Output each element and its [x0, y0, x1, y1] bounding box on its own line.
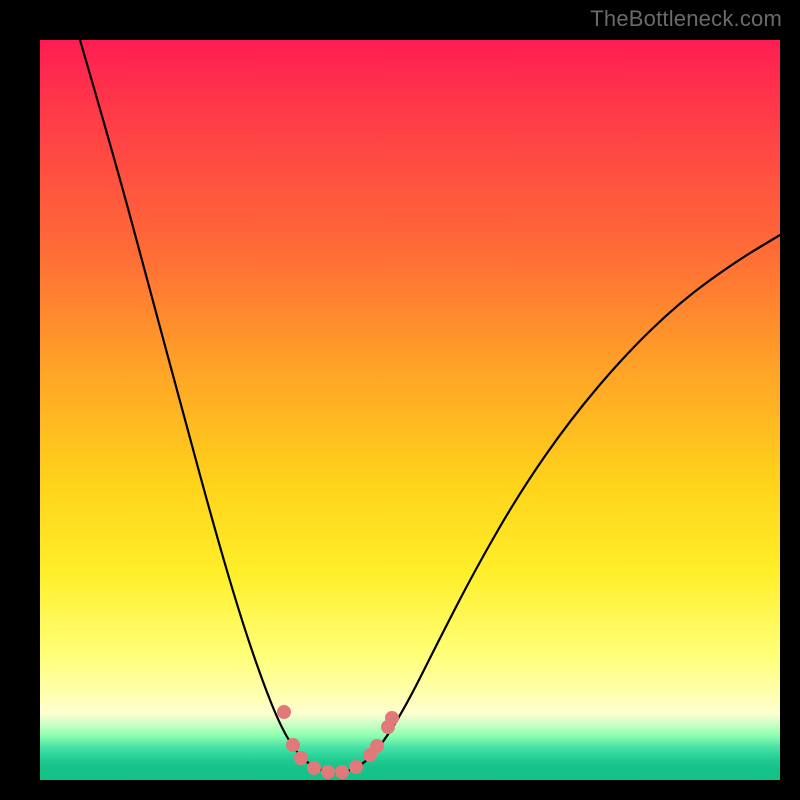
chart-svg: [40, 40, 780, 780]
marker-dot: [385, 711, 399, 725]
marker-dot: [335, 765, 349, 779]
plot-area: [40, 40, 780, 780]
marker-dot: [349, 760, 363, 774]
chart-stage: TheBottleneck.com: [0, 0, 800, 800]
left-curve: [80, 40, 336, 773]
marker-dot: [277, 705, 291, 719]
marker-dot: [307, 761, 321, 775]
right-curve: [336, 235, 780, 773]
marker-dot: [370, 739, 384, 753]
marker-dot: [321, 765, 335, 779]
marker-dot: [294, 751, 308, 765]
markers-group: [277, 705, 399, 779]
marker-dot: [286, 738, 300, 752]
watermark-text: TheBottleneck.com: [590, 6, 782, 32]
